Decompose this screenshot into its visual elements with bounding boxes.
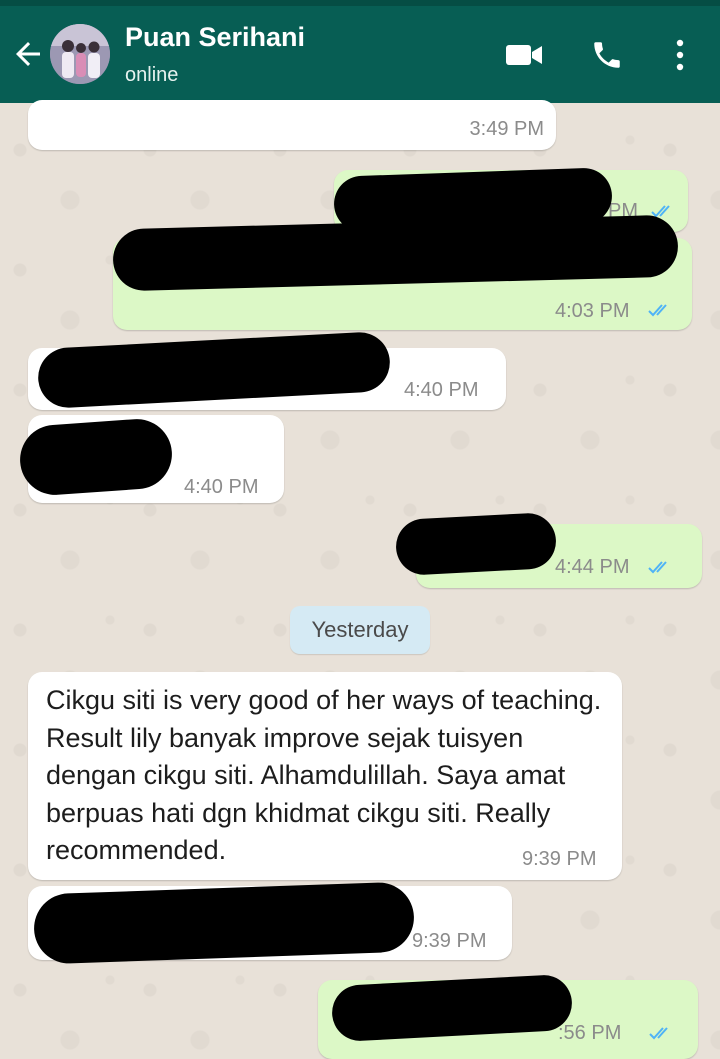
phone-icon[interactable] — [590, 38, 624, 72]
video-camera-icon[interactable] — [505, 40, 543, 70]
message-time: 4:40 PM — [184, 476, 259, 498]
message-time: :56 PM — [558, 1022, 622, 1044]
more-vertical-icon[interactable] — [672, 38, 688, 72]
message-time: 4:03 PM — [555, 300, 630, 322]
message-time: 3:49 PM — [469, 118, 544, 140]
redaction-mark — [32, 881, 416, 965]
message-bubble[interactable]: 3:49 PM — [28, 100, 556, 150]
message-time: 4:44 PM — [555, 556, 630, 578]
chat-header: Puan Serihani online — [0, 6, 720, 103]
message-time: 9:39 PM — [412, 930, 487, 952]
redaction-mark — [17, 416, 175, 498]
read-receipt-icon — [649, 1027, 668, 1040]
read-receipt-icon — [648, 304, 667, 317]
date-separator: Yesterday — [290, 606, 430, 654]
arrow-left-icon[interactable] — [10, 36, 46, 72]
message-text: Cikgu siti is very good of her ways of t… — [46, 685, 602, 865]
message-time: 9:39 PM — [522, 848, 597, 870]
read-receipt-icon — [648, 561, 667, 574]
contact-status: online — [125, 64, 179, 86]
message-time: 4:40 PM — [404, 379, 479, 401]
avatar[interactable] — [50, 24, 110, 84]
redaction-mark — [394, 511, 558, 577]
contact-name[interactable]: Puan Serihani — [125, 22, 305, 53]
message-bubble[interactable]: Cikgu siti is very good of her ways of t… — [28, 672, 622, 880]
